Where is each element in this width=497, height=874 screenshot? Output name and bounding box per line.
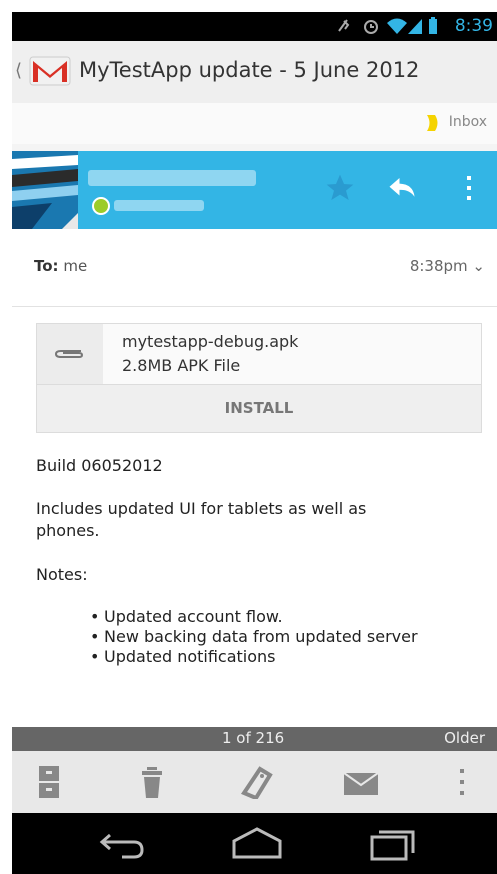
avatar[interactable] — [12, 151, 78, 229]
gmail-logo-icon[interactable] — [29, 54, 71, 88]
reply-icon[interactable] — [387, 173, 417, 203]
recipient-line[interactable]: To: me — [34, 257, 87, 275]
body-line: Build 06052012 — [36, 456, 163, 475]
attachment-thumbnail — [37, 324, 103, 384]
divider — [12, 306, 497, 307]
mark-unread-icon[interactable] — [342, 765, 380, 799]
message-content: To: me 8:38pm ⌄ mytestapp-debug.apk 2.8M… — [12, 229, 497, 727]
label-tag-icon — [427, 115, 438, 131]
label-icon[interactable] — [238, 765, 274, 799]
list-item: New backing data from updated server — [90, 627, 418, 647]
overflow-menu-icon[interactable] — [458, 765, 466, 799]
to-label: To: — [34, 257, 59, 275]
alarm-icon — [364, 20, 378, 34]
message-count: 1 of 216 — [222, 729, 285, 747]
body-line: Includes updated UI for tablets as well … — [36, 499, 367, 518]
system-nav-bar — [12, 813, 497, 874]
phone-screen: 8:39 ⟨ MyTestApp update - 5 June 2012 In… — [12, 12, 497, 874]
recipient: me — [63, 257, 88, 275]
attachment-filename[interactable]: mytestapp-debug.apk — [122, 332, 298, 351]
presence-indicator — [92, 197, 110, 215]
overflow-menu-icon[interactable] — [464, 173, 474, 203]
action-bar: ⟨ MyTestApp update - 5 June 2012 — [12, 41, 497, 104]
mute-icon — [338, 19, 350, 32]
bottom-action-bar — [12, 751, 497, 813]
chevron-down-icon: ⌄ — [472, 257, 485, 275]
label-row: Inbox — [12, 103, 497, 144]
list-item: Updated notifications — [90, 647, 418, 667]
sender-name — [88, 170, 256, 186]
battery-icon — [429, 17, 437, 34]
attachment-size: 2.8MB APK File — [122, 356, 241, 375]
page-title: MyTestApp update - 5 June 2012 — [79, 58, 420, 82]
recent-apps-icon[interactable] — [369, 827, 417, 861]
trash-icon[interactable] — [141, 765, 163, 799]
wifi-icon — [387, 18, 407, 34]
signal-icon — [408, 19, 422, 34]
older-button[interactable]: Older — [444, 729, 485, 747]
home-icon[interactable] — [231, 827, 283, 861]
sender-bar — [12, 151, 497, 229]
sender-email — [114, 200, 204, 211]
clock: 8:39 — [454, 16, 493, 36]
conversation-pager: 1 of 216 Older — [12, 727, 497, 751]
status-bar: 8:39 — [12, 12, 497, 41]
back-icon[interactable] — [98, 827, 148, 861]
label-inbox[interactable]: Inbox — [449, 114, 487, 130]
install-button[interactable]: INSTALL — [37, 385, 481, 432]
time-text: 8:38pm — [409, 257, 468, 275]
archive-icon[interactable] — [38, 765, 60, 799]
attachment-card: mytestapp-debug.apk 2.8MB APK File INSTA… — [36, 323, 482, 433]
body-line: phones. — [36, 521, 100, 540]
notes-list: Updated account flow. New backing data f… — [90, 607, 418, 667]
up-navigation-icon[interactable]: ⟨ — [15, 60, 22, 81]
paperclip-icon — [54, 350, 84, 358]
message-time[interactable]: 8:38pm ⌄ — [410, 257, 485, 275]
star-icon[interactable] — [324, 172, 356, 204]
list-item: Updated account flow. — [90, 607, 418, 627]
notes-heading: Notes: — [36, 565, 88, 584]
